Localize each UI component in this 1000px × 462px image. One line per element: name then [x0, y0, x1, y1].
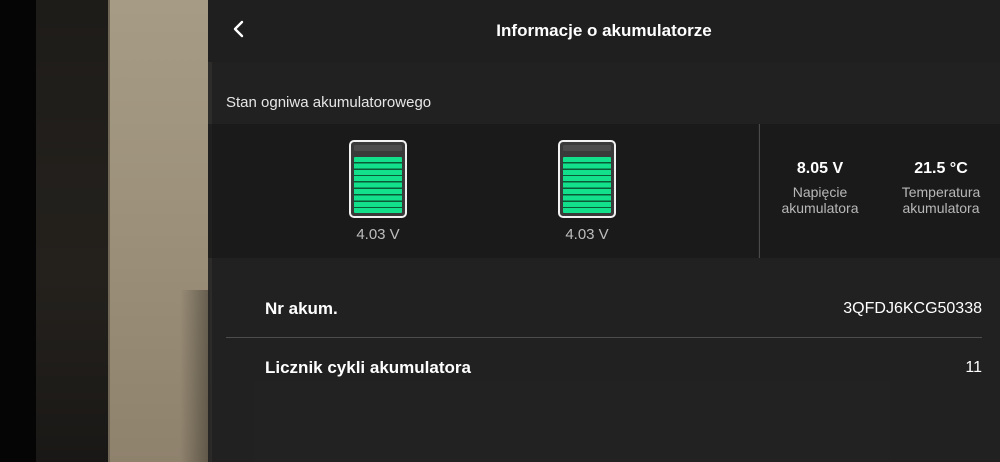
battery-cell-icon [349, 140, 407, 218]
cells-area: 4.03 V 4.03 V [208, 124, 758, 258]
row-divider [226, 337, 982, 338]
battery-serial-row: Nr akum. 3QFDJ6KCG50338 [226, 281, 982, 337]
cell-status-label: Stan ogniwa akumulatorowego [226, 94, 432, 111]
cell-voltage: 4.03 V [356, 226, 400, 243]
background-wall [36, 0, 108, 462]
black-edge [0, 0, 36, 462]
battery-cell-1: 4.03 V [348, 140, 408, 243]
back-button[interactable] [224, 16, 254, 46]
cycle-count-label: Licznik cykli akumulatora [265, 358, 471, 377]
chevron-left-icon [232, 20, 246, 43]
battery-serial-value: 3QFDJ6KCG50338 [843, 300, 982, 317]
cycle-count-value: 11 [965, 359, 982, 376]
battery-voltage-stat: 8.05 V Napięcie akumulatora [768, 160, 872, 216]
battery-cell-fill [563, 157, 611, 213]
stats-area: 8.05 V Napięcie akumulatora 21.5 °C Temp… [759, 124, 1000, 258]
door-shadow [180, 290, 210, 462]
battery-voltage-value: 8.05 V [796, 160, 844, 177]
cell-voltage: 4.03 V [565, 226, 609, 243]
cycle-count-row: Licznik cykli akumulatora 11 [226, 340, 982, 396]
battery-temperature-stat: 21.5 °C Temperatura akumulatora [886, 160, 996, 216]
battery-temperature-value: 21.5 °C [914, 160, 968, 177]
battery-cell-fill [354, 157, 402, 213]
battery-cell-2: 4.03 V [557, 140, 617, 243]
battery-serial-label: Nr akum. [265, 299, 338, 318]
battery-info-panel: Informacje o akumulatorze Stan ogniwa ak… [208, 0, 1000, 462]
battery-voltage-label: Napięcie akumulatora [781, 184, 859, 216]
battery-temperature-label: Temperatura akumulatora [901, 184, 981, 216]
header-bar [208, 0, 1000, 62]
battery-cell-icon [558, 140, 616, 218]
